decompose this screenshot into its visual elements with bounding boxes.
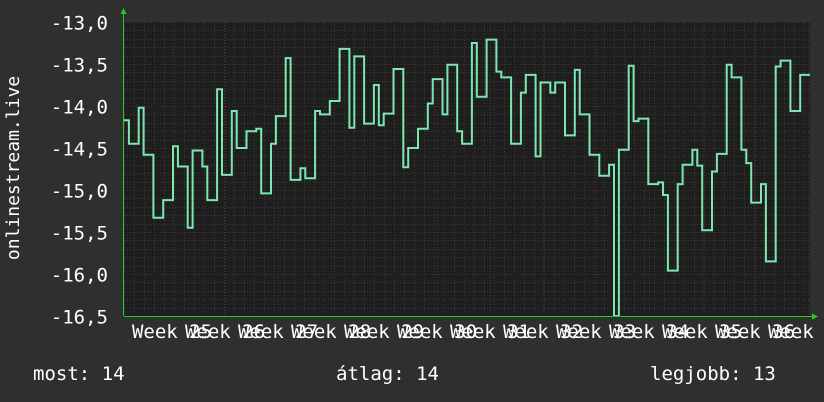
line-chart: -13,0 -13,5 -14,0 -14,5 -15,0 -15,5 -16,0 -16,5… <box>3 8 824 343</box>
y-tick-label: -14,0 <box>51 97 108 119</box>
y-tick-label: -13,5 <box>51 55 108 77</box>
x-axis-tick-labels: Week 25Week 26Week 27Week 28Week 29Week … <box>132 321 824 343</box>
y-axis-arrow <box>120 8 127 14</box>
y-tick-label: -13,0 <box>51 13 108 35</box>
y-tick-label: -16,5 <box>51 307 108 329</box>
y-tick-label: -14,5 <box>51 139 108 161</box>
y-tick-label: -15,5 <box>51 223 108 245</box>
y-tick-label: -15,0 <box>51 181 108 203</box>
stat-current: most: 14 <box>33 363 125 385</box>
y-axis-label: onlinestream.live <box>3 76 24 260</box>
x-axis-arrow <box>812 313 818 320</box>
y-axis-tick-labels: -13,0 -13,5 -14,0 -14,5 -15,0 -15,5 -16,0 -16,5 <box>51 13 108 329</box>
stat-best: legjobb: 13 <box>650 363 776 385</box>
x-tick-label: Week 37 <box>768 321 824 343</box>
y-tick-label: -16,0 <box>51 265 108 287</box>
stat-average: átlag: 14 <box>336 363 439 385</box>
plot-background <box>124 22 810 316</box>
